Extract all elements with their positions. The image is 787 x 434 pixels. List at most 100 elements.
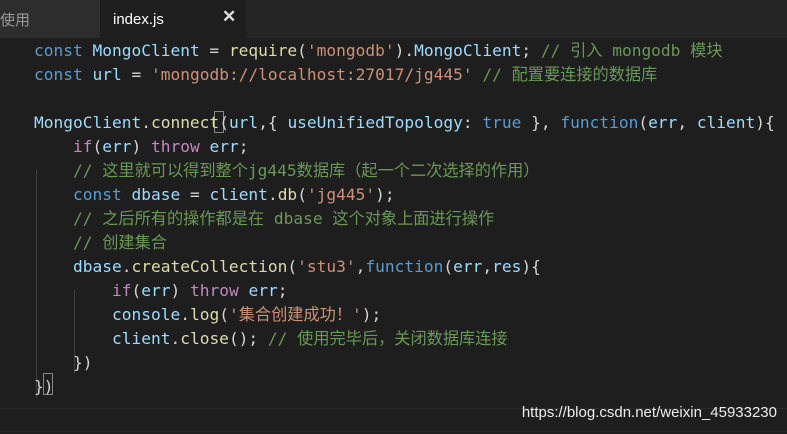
code-line[interactable]: // 之后所有的操作都是在 dbase 这个对象上面进行操作 <box>34 207 494 231</box>
code-token: err <box>248 281 278 300</box>
code-line[interactable]: client.close(); // 使用完毕后，关闭数据库连接 <box>34 327 508 351</box>
code-token: . <box>267 185 278 204</box>
code-token: createCollection <box>131 257 288 276</box>
code-line[interactable]: if(err) throw err; <box>34 135 248 159</box>
code-token: ( <box>297 185 307 204</box>
code-token: ) <box>131 137 151 156</box>
code-line[interactable]: const MongoClient = require('mongodb').M… <box>34 39 723 63</box>
code-token: throw <box>150 137 200 156</box>
code-token: MongoClient <box>34 113 142 132</box>
code-token: ; <box>277 281 288 300</box>
code-token: = <box>180 185 210 204</box>
code-token: const <box>34 41 93 60</box>
tab-previous[interactable]: 使用 <box>0 0 100 38</box>
code-line[interactable]: MongoClient.connect(url,{ useUnifiedTopo… <box>34 111 775 135</box>
code-token: err <box>209 137 239 156</box>
code-token: 'mongodb://localhost:27017/jg445' <box>150 65 473 84</box>
code-token: close <box>180 329 229 348</box>
code-token: }, <box>521 113 561 132</box>
code-token: db <box>277 185 298 204</box>
code-token: err <box>648 113 678 132</box>
code-token: ); <box>375 185 395 204</box>
code-token: dbase <box>131 185 181 204</box>
code-token: '集合创建成功！' <box>228 305 362 324</box>
code-token: = <box>121 65 151 84</box>
code-token: useUnifiedTopology <box>287 113 463 132</box>
code-token: ). <box>394 41 415 60</box>
code-token: , <box>355 257 366 276</box>
code-line[interactable]: // 创建集合 <box>34 231 167 255</box>
code-token: = <box>199 41 229 60</box>
code-line[interactable]: dbase.createCollection('stu3',function(e… <box>34 255 541 279</box>
code-token: (); <box>228 329 268 348</box>
code-token: . <box>141 113 151 132</box>
code-token: }) <box>34 377 54 396</box>
code-line[interactable]: if(err) throw err; <box>34 279 287 303</box>
code-token: dbase <box>72 257 122 276</box>
code-token: // 这里就可以得到整个jg445数据库（起一个二次选择的作用） <box>72 161 540 180</box>
code-token: , <box>677 113 697 132</box>
code-token: ){ <box>755 113 775 132</box>
code-token: if <box>111 281 132 300</box>
code-line[interactable]: }) <box>34 351 93 375</box>
close-icon[interactable]: ✕ <box>222 7 236 27</box>
watermark: https://blog.csdn.net/weixin_45933230 <box>521 404 777 421</box>
tab-active-label: index.js <box>113 10 164 28</box>
code-token: client <box>209 185 268 204</box>
code-line[interactable]: // 这里就可以得到整个jg445数据库（起一个二次选择的作用） <box>34 159 539 183</box>
code-token: res <box>492 257 522 276</box>
code-token: client <box>111 329 171 348</box>
code-token: . <box>180 305 190 324</box>
code-token: ( <box>287 257 298 276</box>
code-line[interactable]: }) <box>34 375 54 399</box>
code-token: MongoClient <box>92 41 200 60</box>
code-token: url <box>228 113 259 132</box>
code-token: const <box>72 185 132 204</box>
code-token: err <box>453 257 483 276</box>
code-token: . <box>170 329 181 348</box>
tab-previous-label: 使用 <box>0 11 31 29</box>
code-line[interactable]: console.log('集合创建成功！'); <box>34 303 381 327</box>
tab-index-js[interactable]: index.js ✕ <box>100 0 246 38</box>
code-token: client <box>696 113 756 132</box>
code-token: log <box>189 305 220 324</box>
code-token: ; <box>238 137 249 156</box>
code-token: 'stu3' <box>297 257 356 276</box>
code-token: ; <box>521 41 541 60</box>
code-token: ( <box>219 113 229 132</box>
code-token: connect <box>150 113 220 132</box>
code-token: ( <box>443 257 454 276</box>
code-token: console <box>111 305 181 324</box>
code-line[interactable]: const dbase = client.db('jg445'); <box>34 183 395 207</box>
code-token: throw <box>189 281 239 300</box>
code-token: // 创建集合 <box>72 233 167 252</box>
code-token: require <box>228 41 298 60</box>
code-token: MongoClient <box>414 41 522 60</box>
code-token: 'jg445' <box>306 185 376 204</box>
code-token: ); <box>361 305 382 324</box>
tab-bar: 使用 index.js ✕ <box>0 0 787 38</box>
code-token: // 之后所有的操作都是在 dbase 这个对象上面进行操作 <box>72 209 495 228</box>
code-token: ,{ <box>258 113 288 132</box>
code-token: const <box>34 65 93 84</box>
code-line[interactable]: const url = 'mongodb://localhost:27017/j… <box>34 63 657 87</box>
code-token: function <box>560 113 639 132</box>
code-token: url <box>92 65 122 84</box>
code-token: ( <box>297 41 307 60</box>
code-editor[interactable]: const MongoClient = require('mongodb').M… <box>0 38 787 434</box>
code-token: ( <box>92 137 103 156</box>
code-token: . <box>121 257 132 276</box>
code-token: true <box>482 113 522 132</box>
code-token: // 使用完毕后，关闭数据库连接 <box>267 329 508 348</box>
